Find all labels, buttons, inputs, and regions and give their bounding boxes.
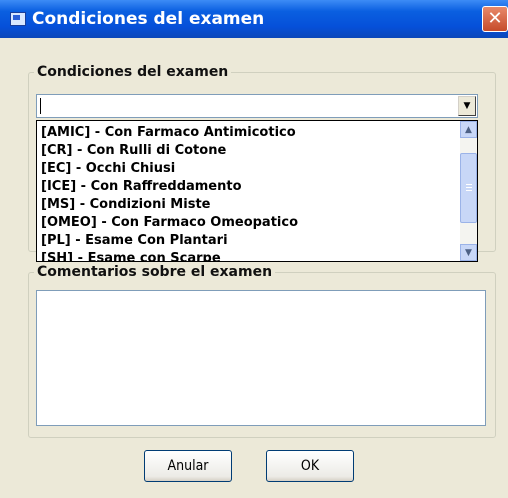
title-bar[interactable]: Condiciones del examen ✕ <box>0 0 508 38</box>
comments-textarea[interactable] <box>36 290 486 426</box>
conditions-dropdown-list[interactable]: [AMIC] - Con Farmaco Antimicotico [CR] -… <box>36 120 478 262</box>
thumb-grip <box>466 187 472 188</box>
text-caret <box>40 98 41 114</box>
thumb-grip <box>466 184 472 185</box>
list-item[interactable]: [AMIC] - Con Farmaco Antimicotico <box>41 124 296 141</box>
chevron-up-icon: ▲ <box>465 125 472 135</box>
comments-group-label: Comentarios sobre el examen <box>34 264 276 280</box>
chevron-down-icon: ▼ <box>463 101 471 111</box>
conditions-group-label: Condiciones del examen <box>34 64 232 80</box>
combo-dropdown-button[interactable]: ▼ <box>458 96 476 116</box>
scroll-down-button[interactable]: ▼ <box>460 244 477 261</box>
close-button[interactable]: ✕ <box>482 6 508 32</box>
exam-conditions-dialog: Condiciones del examen ✕ Condiciones del… <box>0 0 508 498</box>
list-scrollbar[interactable]: ▲ ▼ <box>460 121 477 261</box>
list-item[interactable]: [PL] - Esame Con Plantari <box>41 232 228 249</box>
list-item[interactable]: [SH] - Esame con Scarpe <box>41 250 221 261</box>
list-item[interactable]: [OMEO] - Con Farmaco Omeopatico <box>41 214 298 231</box>
conditions-combobox[interactable]: ▼ <box>36 94 478 118</box>
list-item[interactable]: [EC] - Occhi Chiusi <box>41 160 175 177</box>
scroll-up-button[interactable]: ▲ <box>460 121 477 138</box>
list-item[interactable]: [MS] - Condizioni Miste <box>41 196 210 213</box>
chevron-down-icon: ▼ <box>465 248 472 258</box>
window-icon <box>10 12 26 26</box>
ok-button[interactable]: OK <box>266 450 354 482</box>
list-item[interactable]: [CR] - Con Rulli di Cotone <box>41 142 226 159</box>
thumb-grip <box>466 190 472 191</box>
scroll-thumb[interactable] <box>460 153 477 223</box>
list-item[interactable]: [ICE] - Con Raffreddamento <box>41 178 242 195</box>
window-title: Condiciones del examen <box>32 9 265 29</box>
cancel-button[interactable]: Anular <box>144 450 232 482</box>
close-icon: ✕ <box>487 8 503 29</box>
